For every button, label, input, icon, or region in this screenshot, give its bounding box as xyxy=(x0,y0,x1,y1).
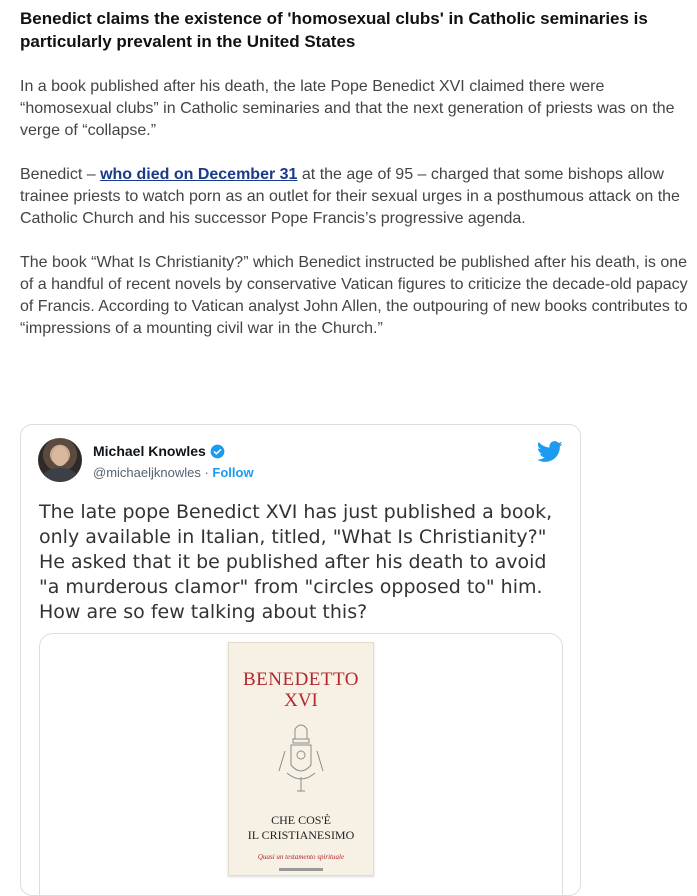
embedded-tweet[interactable]: Michael Knowles @michaeljknowles · Follo… xyxy=(20,424,581,896)
paragraph-2-lead: Benedict – xyxy=(20,166,101,183)
avatar-suit xyxy=(42,468,78,482)
media-card[interactable]: BENEDETTO XVI CHE COS'È IL CRISTIANESIMO… xyxy=(39,633,563,895)
publisher-mark xyxy=(279,868,323,871)
author-handle[interactable]: @michaeljknowles xyxy=(93,465,201,480)
handle-row: @michaeljknowles · Follow xyxy=(93,465,254,480)
book-cover-image: BENEDETTO XVI CHE COS'È IL CRISTIANESIMO… xyxy=(228,642,374,876)
death-date-link[interactable]: who died on December 31 xyxy=(100,166,297,183)
article-headline: Benedict claims the existence of 'homose… xyxy=(20,9,648,51)
book-author-numeral: XVI xyxy=(284,690,318,711)
article-paragraph-3: The book “What Is Christianity?” which B… xyxy=(20,254,688,337)
verified-badge-icon xyxy=(210,444,225,458)
author-name[interactable]: Michael Knowles xyxy=(93,443,206,459)
follow-button[interactable]: Follow xyxy=(212,465,253,480)
avatar[interactable] xyxy=(38,438,82,482)
book-title-line-2: IL CRISTIANESIMO xyxy=(247,828,355,842)
handle-separator: · xyxy=(200,465,213,480)
papal-crest-icon xyxy=(278,724,324,792)
twitter-bird-icon[interactable] xyxy=(537,441,563,463)
article-paragraph-2: Benedict – who died on December 31 at th… xyxy=(20,164,690,230)
book-author: BENEDETTO xyxy=(242,669,360,690)
author-row: Michael Knowles xyxy=(93,443,225,459)
article-paragraph-1: In a book published after his death, the… xyxy=(20,78,675,139)
article: Benedict claims the existence of 'homose… xyxy=(20,0,690,340)
tweet-text: The late pope Benedict XVI has just publ… xyxy=(39,501,553,623)
book-title-line-1: CHE COS'È xyxy=(271,813,331,827)
book-subtitle: Quasi un testamento spirituale xyxy=(257,853,345,861)
avatar-face xyxy=(52,446,68,466)
